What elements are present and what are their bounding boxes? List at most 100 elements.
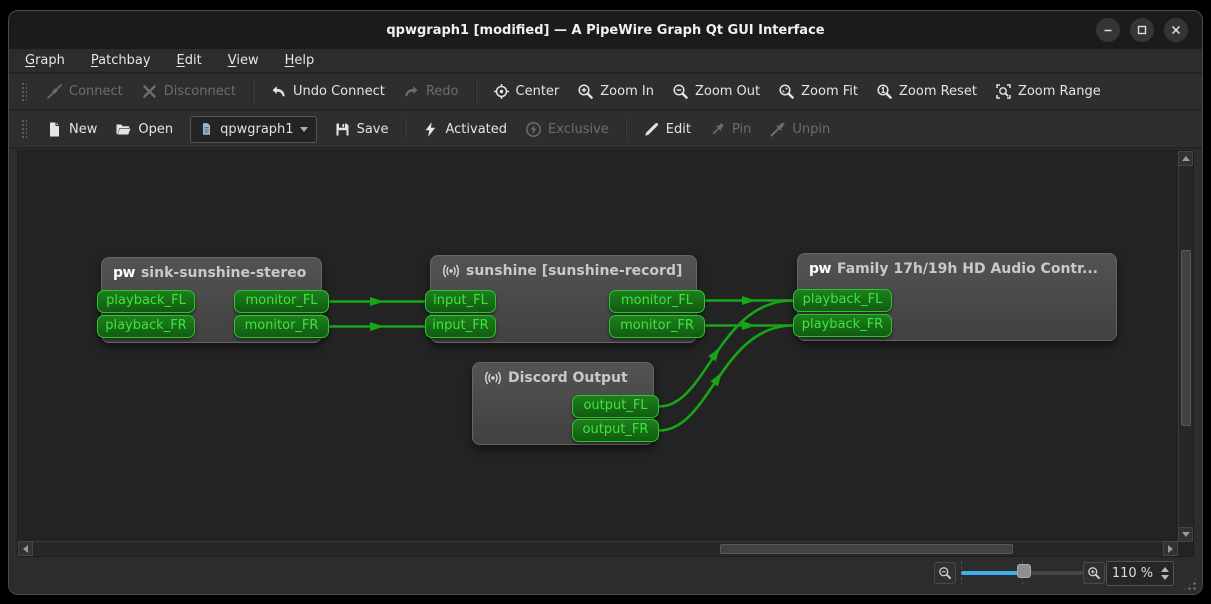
- port-output-fr[interactable]: output_FR: [572, 419, 659, 442]
- connect-button[interactable]: Connect: [37, 79, 132, 104]
- scroll-right-icon: [1168, 545, 1173, 553]
- scroll-right-button[interactable]: [1163, 541, 1178, 556]
- zoom-slider-handle[interactable]: [1017, 564, 1031, 578]
- toolbar-drag-handle[interactable]: [21, 119, 27, 139]
- node-title: pw sink-sunshine-stereo: [113, 265, 306, 281]
- port-playback-fr[interactable]: playback_FR: [793, 314, 892, 337]
- window-controls: [1096, 18, 1188, 42]
- scroll-down-icon: [1182, 532, 1190, 537]
- spin-buttons[interactable]: [1158, 567, 1173, 580]
- port-monitor-fl[interactable]: monitor_FL: [609, 290, 705, 313]
- port-playback-fl[interactable]: playback_FL: [793, 289, 892, 312]
- window-title: qpwgraph1 [modified] — A PipeWire Graph …: [386, 23, 824, 38]
- menu-view[interactable]: View: [228, 53, 259, 68]
- port-input-fr[interactable]: input_FR: [425, 315, 496, 338]
- menu-patchbay[interactable]: Patchbay: [91, 53, 151, 68]
- pin-icon: [709, 121, 726, 138]
- resize-grip[interactable]: [1182, 576, 1198, 592]
- statusbar-zoom-out-button[interactable]: [934, 562, 956, 584]
- zoom-out-icon: [672, 83, 689, 100]
- save-button[interactable]: Save: [325, 117, 398, 142]
- new-button[interactable]: New: [37, 117, 106, 142]
- arrow-icon: [370, 297, 384, 306]
- toolbar-patchbay: New Open qpwgraph1 Save Activated Exclus…: [9, 111, 1202, 149]
- exclusive-button[interactable]: Exclusive: [516, 117, 618, 142]
- zoom-percent-value[interactable]: 110 %: [1107, 566, 1158, 581]
- port-monitor-fr[interactable]: monitor_FR: [609, 315, 705, 338]
- undo-connect-button[interactable]: Undo Connect: [261, 79, 394, 104]
- arrow-icon: [370, 322, 384, 331]
- close-button[interactable]: [1164, 18, 1188, 42]
- zoom-in-button[interactable]: Zoom In: [568, 79, 663, 104]
- patchbay-combo[interactable]: qpwgraph1: [190, 116, 316, 143]
- graph-canvas[interactable]: pw sink-sunshine-stereo sunshine [sunshi…: [17, 150, 1194, 557]
- node-title: sunshine [sunshine-record]: [442, 263, 682, 279]
- port-playback-fl[interactable]: playback_FL: [97, 290, 195, 313]
- zoom-in-icon: [1087, 566, 1101, 580]
- zoom-reset-button[interactable]: Zoom Reset: [867, 79, 986, 104]
- edit-button[interactable]: Edit: [634, 117, 700, 142]
- patchbay-file-icon: [199, 121, 214, 137]
- toolbar-separator: [404, 118, 406, 140]
- zoom-out-button[interactable]: Zoom Out: [663, 79, 769, 104]
- open-button[interactable]: Open: [106, 117, 182, 142]
- toolbar-separator: [625, 118, 627, 140]
- scroll-up-button[interactable]: [1178, 151, 1193, 166]
- node-title: pw Family 17h/19h HD Audio Contr...: [809, 261, 1098, 277]
- scroll-left-button[interactable]: [18, 541, 33, 556]
- toolbar-graph: Connect Disconnect Undo Connect Redo Cen…: [9, 74, 1202, 111]
- menu-help[interactable]: Help: [285, 53, 315, 68]
- vertical-scrollbar[interactable]: [1178, 151, 1193, 542]
- horizontal-scrollbar-thumb[interactable]: [720, 544, 1013, 554]
- arrow-icon: [742, 296, 756, 305]
- maximize-button[interactable]: [1130, 18, 1154, 42]
- redo-icon: [403, 83, 420, 100]
- zoom-slider[interactable]: [961, 557, 1085, 589]
- maximize-icon: [1136, 24, 1148, 36]
- horizontal-scrollbar[interactable]: [18, 541, 1178, 556]
- port-output-fl[interactable]: output_FL: [572, 395, 659, 418]
- disconnect-icon: [141, 83, 158, 100]
- disconnect-button[interactable]: Disconnect: [132, 79, 245, 104]
- zoom-out-icon: [938, 566, 952, 580]
- pin-button[interactable]: Pin: [700, 117, 760, 142]
- port-monitor-fl[interactable]: monitor_FL: [234, 290, 329, 313]
- minimize-button[interactable]: [1096, 18, 1120, 42]
- scroll-up-icon: [1182, 156, 1190, 161]
- port-playback-fr[interactable]: playback_FR: [97, 315, 195, 338]
- unpin-button[interactable]: Unpin: [760, 117, 839, 142]
- chevron-down-icon: [300, 127, 308, 132]
- center-button[interactable]: Center: [484, 79, 569, 104]
- zoom-percent-spinbox[interactable]: 110 %: [1106, 561, 1174, 586]
- undo-icon: [270, 83, 287, 100]
- pipewire-icon: pw: [113, 265, 135, 281]
- titlebar: qpwgraph1 [modified] — A PipeWire Graph …: [9, 11, 1202, 49]
- toolbar-drag-handle[interactable]: [21, 82, 27, 102]
- zoom-reset-icon: [876, 83, 893, 100]
- arrow-icon: [708, 345, 723, 362]
- edit-pencil-icon: [643, 121, 660, 138]
- patchbay-combo-value: qpwgraph1: [220, 122, 293, 137]
- scroll-down-button[interactable]: [1178, 527, 1193, 542]
- port-monitor-fr[interactable]: monitor_FR: [234, 315, 329, 338]
- open-folder-icon: [115, 121, 132, 138]
- port-input-fl[interactable]: input_FL: [425, 290, 496, 313]
- spin-down-icon: [1161, 575, 1169, 580]
- zoom-fit-button[interactable]: Zoom Fit: [769, 79, 867, 104]
- statusbar-zoom-in-button[interactable]: [1083, 562, 1105, 584]
- menu-edit[interactable]: Edit: [177, 53, 202, 68]
- audio-record-icon: [484, 370, 502, 386]
- app-window: qpwgraph1 [modified] — A PipeWire Graph …: [8, 10, 1203, 595]
- zoom-range-button[interactable]: Zoom Range: [986, 79, 1110, 104]
- connect-icon: [46, 83, 63, 100]
- spin-up-icon: [1161, 567, 1169, 572]
- activated-button[interactable]: Activated: [413, 117, 516, 142]
- vertical-scrollbar-thumb[interactable]: [1181, 250, 1191, 426]
- audio-record-icon: [442, 263, 460, 279]
- menu-graph[interactable]: Graph: [25, 53, 65, 68]
- scroll-left-icon: [23, 545, 28, 553]
- redo-button[interactable]: Redo: [394, 79, 468, 104]
- exclusive-icon: [525, 121, 542, 138]
- zoom-fit-icon: [778, 83, 795, 100]
- toolbar-separator: [475, 81, 477, 103]
